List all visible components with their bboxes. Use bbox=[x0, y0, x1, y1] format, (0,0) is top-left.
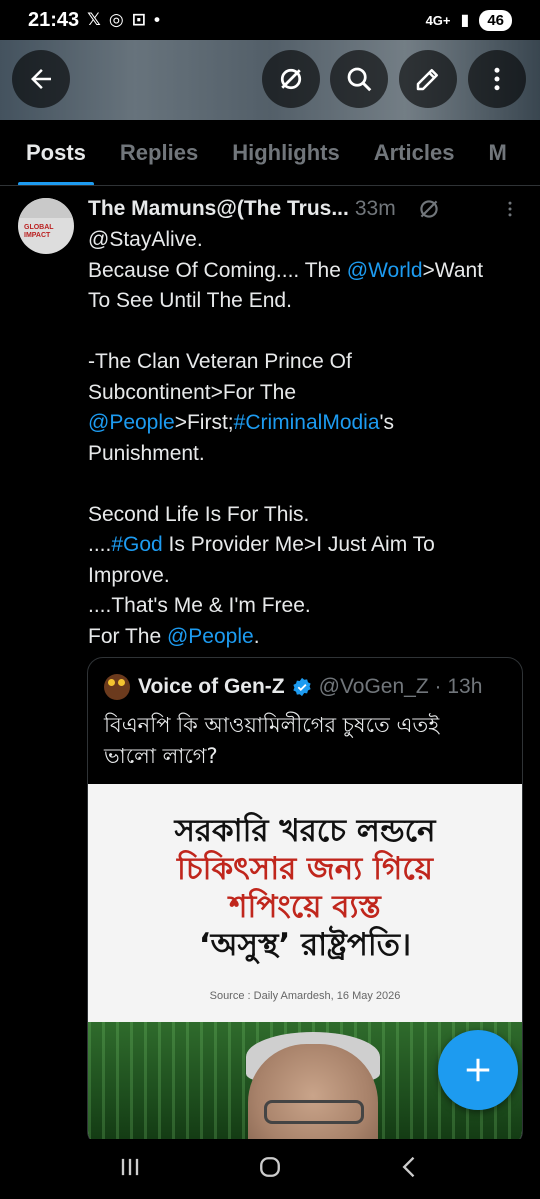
post-text-line: @StayAlive. bbox=[88, 225, 528, 256]
tab-media[interactable]: M bbox=[488, 120, 506, 185]
post-text-segment: >Want bbox=[422, 258, 484, 282]
back-nav-button[interactable] bbox=[396, 1153, 424, 1186]
recents-icon bbox=[121, 1158, 139, 1175]
quoted-avatar bbox=[104, 674, 130, 700]
post-text-line: Punishment. bbox=[88, 439, 528, 470]
post-text-segment: . bbox=[253, 624, 260, 648]
grok-icon bbox=[280, 68, 302, 90]
headline-line: ‘অসুস্থ’ রাষ্ট্রপতি। bbox=[198, 927, 412, 963]
post-text-line: For The @People. bbox=[88, 622, 528, 653]
post-text-segment: Punishment. bbox=[88, 441, 205, 465]
post-text-line: Improve. bbox=[88, 561, 528, 592]
instagram-icon: ◎ bbox=[108, 10, 124, 29]
post-text-line: ....That's Me & I'm Free. bbox=[88, 591, 528, 622]
search-button[interactable] bbox=[330, 50, 388, 108]
tab-replies[interactable]: Replies bbox=[120, 120, 198, 185]
mention-link[interactable]: @People bbox=[167, 625, 254, 648]
post-text-segment: >First; bbox=[174, 411, 234, 434]
back-icon bbox=[402, 1156, 415, 1177]
search-icon bbox=[347, 67, 372, 92]
compose-button[interactable] bbox=[438, 1030, 518, 1110]
post-text-segment: -The Clan Veteran Prince Of bbox=[88, 350, 352, 373]
status-bar: 21:43 𝕏 ◎ ⊡ • 4G+ ▮ 46 bbox=[0, 0, 540, 40]
grok-icon bbox=[420, 200, 438, 218]
edit-button[interactable] bbox=[399, 50, 457, 108]
more-vertical-icon bbox=[508, 201, 512, 217]
headline-line: চিকিৎসার জন্য গিয়ে bbox=[177, 851, 433, 887]
post-text-line: ....#God Is Provider Me>I Just Aim To bbox=[88, 530, 528, 561]
post-text-segment: Subcontinent>For The bbox=[88, 380, 297, 404]
status-time: 21:43 bbox=[28, 8, 80, 31]
post-text-segment: ....That's Me & I'm Free. bbox=[88, 594, 311, 617]
post-text-line bbox=[88, 469, 528, 500]
post-text-line: Subcontinent>For The bbox=[88, 378, 528, 409]
post-text: @StayAlive. Because Of Coming.... The @Wo… bbox=[88, 225, 528, 652]
post-text-segment: For The bbox=[88, 624, 167, 648]
post-text-segment: Second Life Is For This. bbox=[88, 502, 310, 526]
mention-link[interactable]: @World bbox=[347, 259, 423, 282]
headline-line: শপিংয়ে ব্যস্ত bbox=[229, 889, 381, 925]
avatar-text: GLOBAL IMPACT bbox=[24, 224, 54, 239]
post-text-segment: Is Provider Me>I Just Aim To bbox=[162, 533, 435, 556]
battery-indicator: 46 bbox=[479, 9, 512, 31]
home-icon bbox=[260, 1156, 280, 1177]
network-label: 4G+ bbox=[425, 12, 451, 28]
recents-button[interactable] bbox=[116, 1153, 144, 1186]
system-nav-bar bbox=[0, 1139, 540, 1199]
quoted-text: বিএনপি কি আওয়ামিলীগের চুষতে এতই ভালো লা… bbox=[104, 710, 514, 772]
author-name[interactable]: The Mamuns@(The Trus... bbox=[88, 197, 349, 221]
grok-post-button[interactable] bbox=[416, 196, 442, 222]
signal-icon: ▮ bbox=[460, 12, 470, 29]
back-button[interactable] bbox=[12, 50, 70, 108]
image-headline: সরকারি খরচে লন্ডনে চিকিৎসার জন্য গিয়ে শ… bbox=[88, 812, 522, 964]
quoted-author-name: Voice of Gen-Z bbox=[138, 675, 285, 698]
person-face bbox=[248, 1044, 378, 1146]
post-text-line: To See Until The End. bbox=[88, 286, 528, 317]
post-text-line bbox=[88, 317, 528, 348]
profile-tabs: Posts Replies Highlights Articles M bbox=[0, 120, 540, 186]
post-text-line: @People>First;#CriminalModia's bbox=[88, 408, 528, 439]
tab-posts[interactable]: Posts bbox=[18, 120, 94, 185]
mention-link[interactable]: @People bbox=[88, 411, 175, 434]
post-text-line: Because Of Coming.... The @World>Want bbox=[88, 256, 528, 287]
quoted-text-line: বিএনপি কি আওয়ামিলীগের চুষতে এতই bbox=[104, 713, 440, 737]
post-time[interactable]: 33m bbox=[355, 197, 396, 221]
more-vertical-icon bbox=[494, 67, 500, 91]
x-app-icon: 𝕏 bbox=[87, 10, 101, 29]
more-options-button[interactable] bbox=[468, 50, 526, 108]
post-text-segment: Improve. bbox=[88, 563, 170, 587]
hashtag-link[interactable]: #God bbox=[111, 533, 162, 556]
hashtag-link[interactable]: #CriminalModia bbox=[234, 411, 380, 434]
post-text-segment: To See Until The End. bbox=[88, 289, 292, 312]
image-source: Source : Daily Amardesh, 16 May 2026 bbox=[209, 990, 401, 1002]
home-button[interactable] bbox=[256, 1153, 284, 1186]
plus-icon bbox=[466, 1058, 490, 1082]
author-avatar[interactable]: GLOBAL IMPACT bbox=[18, 198, 74, 254]
tab-highlights[interactable]: Highlights bbox=[232, 120, 340, 185]
verified-badge-icon bbox=[291, 676, 313, 698]
quoted-post-header: Voice of Gen-Z @VoGen_Z · 13h bbox=[104, 672, 482, 702]
post-text-segment: .... bbox=[88, 533, 112, 556]
headline-line: সরকারি খরচে লন্ডনে bbox=[174, 813, 436, 849]
arrow-left-icon bbox=[31, 69, 51, 89]
edit-icon bbox=[416, 69, 438, 91]
post-text-line: Second Life Is For This. bbox=[88, 500, 528, 531]
post-header: The Mamuns@(The Trus... 33m bbox=[88, 194, 528, 224]
quoted-handle-time: @VoGen_Z · 13h bbox=[318, 675, 483, 698]
tab-articles[interactable]: Articles bbox=[374, 120, 455, 185]
quoted-text-line: ভালো লাগে? bbox=[104, 744, 218, 768]
grok-button[interactable] bbox=[262, 50, 320, 108]
post-text-segment: Because Of Coming.... The bbox=[88, 258, 347, 282]
post-text-segment: @StayAlive. bbox=[88, 228, 203, 251]
post-text-line: -The Clan Veteran Prince Of bbox=[88, 347, 528, 378]
post-text-segment: 's bbox=[379, 411, 395, 434]
screenshot-icon: ⊡ bbox=[131, 10, 146, 29]
post-more-button[interactable] bbox=[500, 198, 520, 220]
glasses bbox=[264, 1100, 364, 1124]
dot-icon: • bbox=[153, 10, 160, 29]
